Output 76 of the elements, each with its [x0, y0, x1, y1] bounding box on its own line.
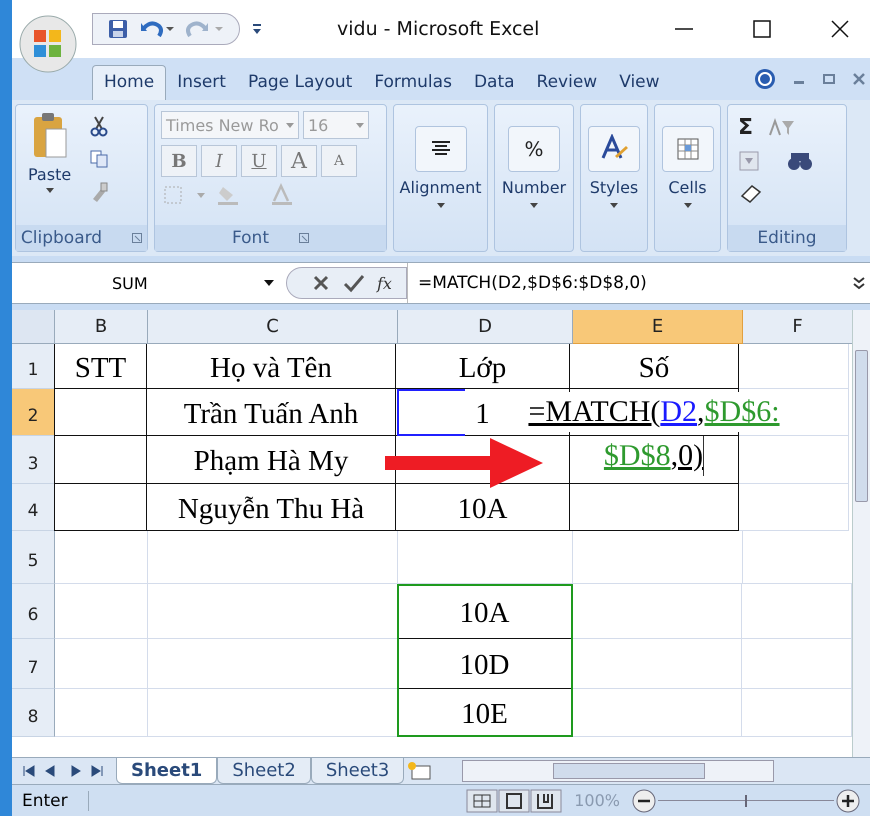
group-button[interactable]: Cells	[655, 105, 720, 251]
status-mode: Enter	[12, 790, 89, 810]
cell-editor-text[interactable]: =MATCH(D2,$D$6:	[528, 392, 780, 432]
window-title: vidu - Microsoft Excel	[337, 18, 540, 40]
sheet-tab[interactable]: Sheet2	[217, 758, 311, 784]
group-button[interactable]: % Number	[495, 105, 573, 251]
launcher-icon[interactable]	[132, 233, 142, 243]
shrink-font-button[interactable]: A	[321, 145, 357, 177]
dropdown-icon	[286, 122, 294, 128]
check-icon[interactable]	[343, 273, 365, 293]
dropdown-icon	[436, 203, 444, 208]
group-label: Clipboard	[20, 228, 102, 248]
autosum-button[interactable]: Σ	[738, 115, 754, 140]
dropdown-icon	[356, 122, 364, 128]
bold-button[interactable]: B	[161, 145, 197, 177]
row-header[interactable]: 5	[12, 531, 55, 584]
expand-icon[interactable]	[852, 276, 866, 290]
row-header[interactable]: 4	[12, 484, 55, 531]
maximize-icon[interactable]	[752, 19, 772, 39]
dropdown-icon	[684, 203, 692, 208]
name-box[interactable]: SUM	[12, 263, 286, 303]
group-label: Editing	[757, 228, 817, 248]
column-header[interactable]: C	[148, 310, 398, 344]
customize-icon[interactable]	[252, 22, 262, 36]
dropdown-icon	[610, 203, 618, 208]
view-buttons-icon[interactable]	[466, 788, 562, 812]
formula-field[interactable]: =MATCH(D2,$D$6:$D$8,0)	[406, 263, 852, 303]
row-header[interactable]: 7	[12, 639, 55, 689]
paste-button[interactable]: Paste	[22, 111, 78, 219]
ribbon-tab[interactable]: Insert	[166, 66, 237, 100]
column-header[interactable]: F	[743, 310, 853, 344]
column-header[interactable]: B	[55, 310, 148, 344]
reference-highlight	[397, 389, 465, 436]
restore-icon[interactable]	[822, 72, 836, 86]
row-header[interactable]: 6	[12, 584, 55, 639]
row-header[interactable]: 8	[12, 689, 55, 737]
column-header[interactable]: E	[573, 310, 743, 344]
close-icon[interactable]	[830, 19, 850, 39]
row-header[interactable]: 1	[12, 344, 55, 389]
row-header[interactable]: 3	[12, 436, 55, 484]
table-cell: Số	[569, 344, 739, 389]
cell-editor-text[interactable]: $D$8,0)	[604, 436, 704, 476]
ribbon-tab[interactable]: Review	[526, 66, 608, 100]
ribbon-tab[interactable]: Formulas	[363, 66, 463, 100]
scissors-icon[interactable]	[89, 115, 110, 137]
italic-button[interactable]: I	[201, 145, 237, 177]
underline-button[interactable]: U	[241, 145, 277, 177]
sheet-tab[interactable]: Sheet3	[310, 758, 404, 784]
sheet-tab[interactable]: Sheet1	[116, 758, 218, 784]
zoom-level: 100%	[574, 791, 620, 810]
row-header[interactable]: 2	[12, 389, 55, 436]
group-button[interactable]: Alignment	[394, 105, 487, 251]
help-icon[interactable]	[754, 68, 776, 90]
group-label: Font	[232, 228, 269, 248]
zoom-out-icon[interactable]	[632, 788, 656, 812]
ribbon-tab[interactable]: Page Layout	[236, 66, 364, 100]
dropdown-icon	[530, 203, 538, 208]
percent-glyph: %	[524, 137, 544, 161]
cells-icon	[674, 136, 700, 162]
ribbon-tab[interactable]: Home	[92, 65, 166, 100]
column-header[interactable]: D	[398, 310, 573, 344]
insert-function-button[interactable]: fx	[377, 274, 392, 292]
group-button[interactable]: Styles	[581, 105, 647, 251]
dropdown-icon	[46, 188, 54, 193]
vertical-scrollbar[interactable]	[852, 310, 870, 757]
launcher-icon[interactable]	[299, 233, 309, 243]
cancel-icon[interactable]	[311, 273, 331, 293]
dropdown-icon	[264, 280, 274, 286]
horizontal-scrollbar[interactable]	[462, 760, 774, 782]
ribbon-tab[interactable]: Data	[462, 66, 526, 100]
zoom-in-icon[interactable]	[836, 788, 860, 812]
save-icon[interactable]	[107, 18, 129, 40]
ribbon-tab[interactable]: View	[608, 66, 671, 100]
table-cell: STT	[54, 344, 147, 389]
grow-font-button[interactable]: A	[281, 145, 317, 177]
copy-icon[interactable]	[89, 149, 110, 169]
